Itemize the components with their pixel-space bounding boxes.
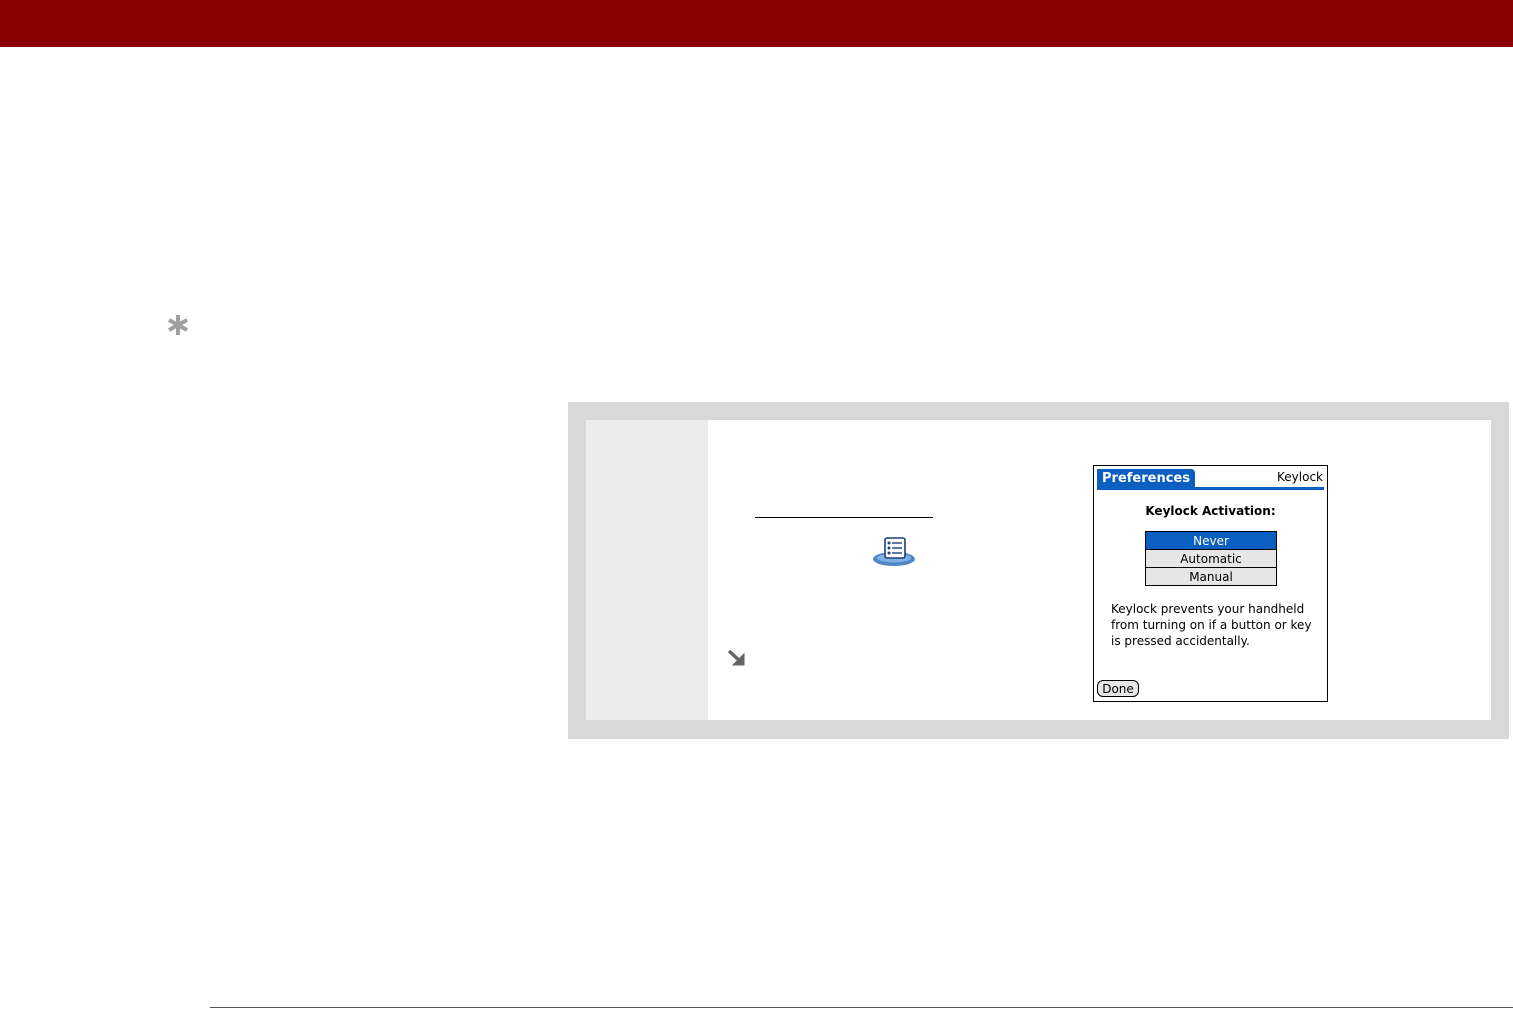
asterisk-icon bbox=[168, 315, 188, 335]
palm-category[interactable]: Keylock bbox=[1277, 470, 1323, 484]
keylock-description: Keylock prevents your handheld from turn… bbox=[1111, 602, 1312, 648]
palm-title-rule bbox=[1097, 487, 1324, 490]
header-bar bbox=[0, 0, 1513, 47]
arrow-down-right-icon bbox=[727, 649, 745, 666]
keylock-heading: Keylock Activation: bbox=[1145, 504, 1276, 518]
preferences-app-icon[interactable] bbox=[872, 535, 916, 567]
option-manual[interactable]: Manual bbox=[1146, 567, 1276, 585]
done-button[interactable]: Done bbox=[1097, 680, 1139, 697]
link-underline[interactable] bbox=[755, 517, 933, 518]
option-automatic[interactable]: Automatic bbox=[1146, 549, 1276, 567]
option-never[interactable]: Never bbox=[1146, 532, 1276, 549]
palm-title: Preferences bbox=[1097, 469, 1195, 488]
keylock-options-list: Never Automatic Manual bbox=[1145, 531, 1277, 586]
footer-rule bbox=[210, 1007, 1513, 1008]
step-number-gutter bbox=[586, 420, 708, 720]
palm-screenshot: Preferences Keylock Keylock Activation: … bbox=[1093, 465, 1328, 702]
